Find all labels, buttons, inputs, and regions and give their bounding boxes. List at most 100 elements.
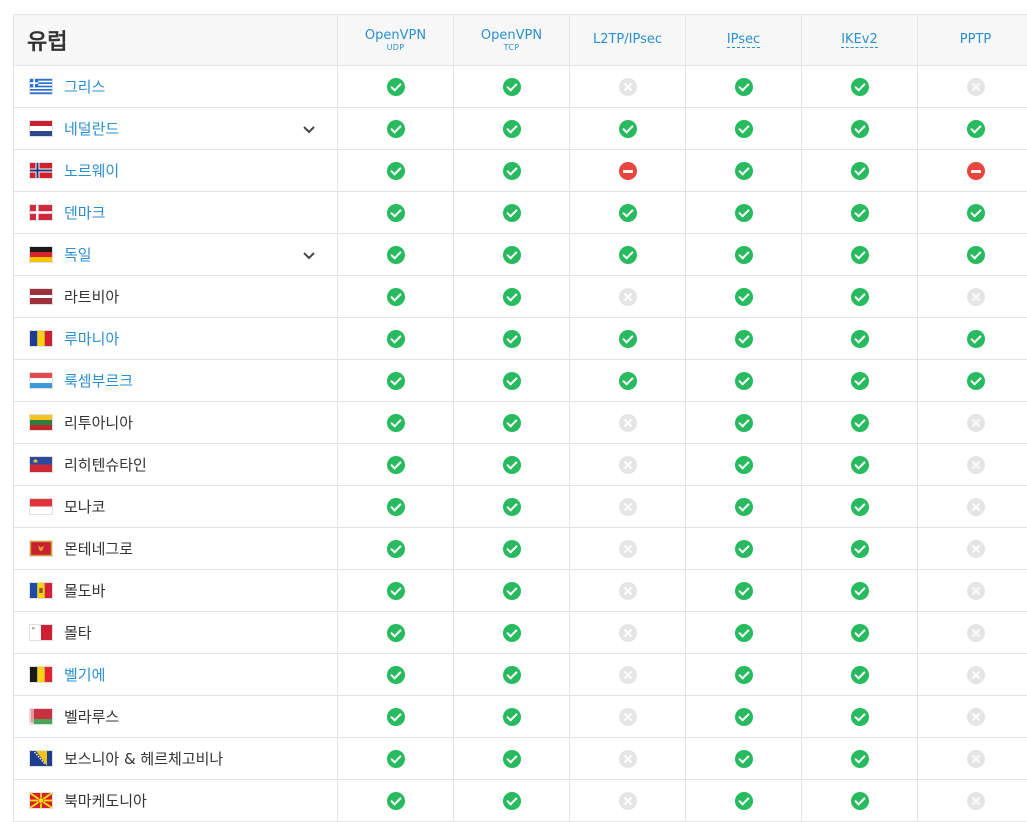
x-circle-icon bbox=[618, 540, 637, 559]
country-link[interactable]: 덴마크 bbox=[64, 202, 105, 223]
country-link[interactable]: 벨기에 bbox=[64, 664, 105, 685]
status-cell-openvpn-tcp bbox=[453, 107, 570, 150]
check-circle-icon bbox=[618, 120, 637, 139]
country-label: 독일 bbox=[30, 234, 337, 275]
status-cell-openvpn-tcp bbox=[453, 443, 570, 486]
country-cell[interactable]: 룩셈부르크 bbox=[13, 359, 338, 402]
check-circle-icon bbox=[734, 162, 753, 181]
country-cell: 몰도바 bbox=[13, 569, 338, 612]
country-cell[interactable]: 네덜란드 bbox=[13, 107, 338, 150]
check-circle-icon bbox=[850, 792, 869, 811]
status-cell-ikev2 bbox=[801, 191, 918, 234]
blocked-icon bbox=[618, 162, 637, 181]
status-cell-openvpn-udp bbox=[337, 611, 454, 654]
table-row: 노르웨이 bbox=[13, 149, 1027, 192]
netherlands-flag-icon bbox=[30, 121, 52, 136]
check-circle-icon bbox=[734, 708, 753, 727]
table-header-row: 유럽 OpenVPN UDP OpenVPN TCP L2TP/IPsec IP… bbox=[13, 14, 1027, 66]
check-circle-icon bbox=[966, 120, 985, 139]
country-cell: 모나코 bbox=[13, 485, 338, 528]
status-cell-openvpn-tcp bbox=[453, 485, 570, 528]
x-circle-icon bbox=[966, 792, 985, 811]
status-cell-pptp bbox=[917, 695, 1027, 738]
country-cell[interactable]: 덴마크 bbox=[13, 191, 338, 234]
x-circle-icon bbox=[618, 288, 637, 307]
status-cell-l2tp-ipsec bbox=[569, 653, 686, 696]
status-cell-l2tp-ipsec bbox=[569, 65, 686, 108]
check-circle-icon bbox=[734, 120, 753, 139]
status-cell-ikev2 bbox=[801, 527, 918, 570]
malta-flag-icon bbox=[30, 625, 52, 640]
table-row: 몰타 bbox=[13, 611, 1027, 654]
country-cell[interactable]: 노르웨이 bbox=[13, 149, 338, 192]
col-label-tooltip[interactable]: IKEv2 bbox=[841, 32, 878, 48]
check-circle-icon bbox=[850, 414, 869, 433]
country-link[interactable]: 루마니아 bbox=[64, 328, 119, 349]
status-cell-ipsec bbox=[685, 359, 802, 402]
check-circle-icon bbox=[734, 204, 753, 223]
col-ipsec[interactable]: IPsec bbox=[685, 14, 802, 66]
x-circle-icon bbox=[966, 78, 985, 97]
country-cell[interactable]: 독일 bbox=[13, 233, 338, 276]
server-protocol-table: 유럽 OpenVPN UDP OpenVPN TCP L2TP/IPsec IP… bbox=[13, 14, 1027, 822]
check-circle-icon bbox=[386, 540, 405, 559]
status-cell-ikev2 bbox=[801, 65, 918, 108]
country-name: 라트비아 bbox=[64, 288, 120, 306]
check-circle-icon bbox=[618, 246, 637, 265]
check-circle-icon bbox=[850, 456, 869, 475]
status-cell-openvpn-tcp bbox=[453, 233, 570, 276]
status-cell-ikev2 bbox=[801, 695, 918, 738]
check-circle-icon bbox=[386, 750, 405, 769]
status-cell-openvpn-tcp bbox=[453, 149, 570, 192]
status-cell-ikev2 bbox=[801, 569, 918, 612]
status-cell-ikev2 bbox=[801, 401, 918, 444]
check-circle-icon bbox=[850, 288, 869, 307]
check-circle-icon bbox=[618, 372, 637, 391]
country-cell[interactable]: 벨기에 bbox=[13, 653, 338, 696]
status-cell-ipsec bbox=[685, 65, 802, 108]
country-name: 보스니아 & 헤르체고비나 bbox=[64, 750, 224, 768]
country-name: 몰타 bbox=[64, 624, 92, 642]
belarus-flag-icon bbox=[30, 709, 52, 724]
check-circle-icon bbox=[502, 582, 521, 601]
country-link[interactable]: 그리스 bbox=[64, 76, 105, 97]
country-link[interactable]: 네덜란드 bbox=[64, 118, 119, 139]
country-cell[interactable]: 그리스 bbox=[13, 65, 338, 108]
col-label-tooltip[interactable]: IPsec bbox=[726, 32, 761, 48]
chevron-down-icon[interactable] bbox=[302, 248, 316, 260]
country-label: 보스니아 & 헤르체고비나 bbox=[30, 738, 337, 779]
country-label: 몰도바 bbox=[30, 570, 337, 611]
chevron-down-icon[interactable] bbox=[302, 122, 316, 134]
check-circle-icon bbox=[850, 666, 869, 685]
country-cell[interactable]: 루마니아 bbox=[13, 317, 338, 360]
check-circle-icon bbox=[502, 708, 521, 727]
x-circle-icon bbox=[618, 666, 637, 685]
table-row: 보스니아 & 헤르체고비나 bbox=[13, 737, 1027, 780]
country-cell: 몰타 bbox=[13, 611, 338, 654]
country-name: 벨라루스 bbox=[64, 708, 120, 726]
country-link[interactable]: 룩셈부르크 bbox=[64, 370, 133, 391]
check-circle-icon bbox=[850, 624, 869, 643]
status-cell-pptp bbox=[917, 107, 1027, 150]
col-ikev2[interactable]: IKEv2 bbox=[801, 14, 918, 66]
country-link[interactable]: 독일 bbox=[64, 244, 92, 265]
country-link[interactable]: 노르웨이 bbox=[64, 160, 119, 181]
status-cell-openvpn-udp bbox=[337, 275, 454, 318]
check-circle-icon bbox=[850, 372, 869, 391]
status-cell-openvpn-udp bbox=[337, 569, 454, 612]
x-circle-icon bbox=[618, 624, 637, 643]
country-label: 몰타 bbox=[30, 612, 337, 653]
status-cell-openvpn-tcp bbox=[453, 401, 570, 444]
status-cell-pptp bbox=[917, 443, 1027, 486]
check-circle-icon bbox=[734, 456, 753, 475]
country-cell: 보스니아 & 헤르체고비나 bbox=[13, 737, 338, 780]
status-cell-pptp bbox=[917, 527, 1027, 570]
status-cell-pptp bbox=[917, 401, 1027, 444]
status-cell-l2tp-ipsec bbox=[569, 275, 686, 318]
check-circle-icon bbox=[386, 624, 405, 643]
x-circle-icon bbox=[966, 414, 985, 433]
country-name: 몰도바 bbox=[64, 582, 106, 600]
status-cell-openvpn-tcp bbox=[453, 191, 570, 234]
status-cell-pptp bbox=[917, 317, 1027, 360]
country-label: 덴마크 bbox=[30, 192, 337, 233]
